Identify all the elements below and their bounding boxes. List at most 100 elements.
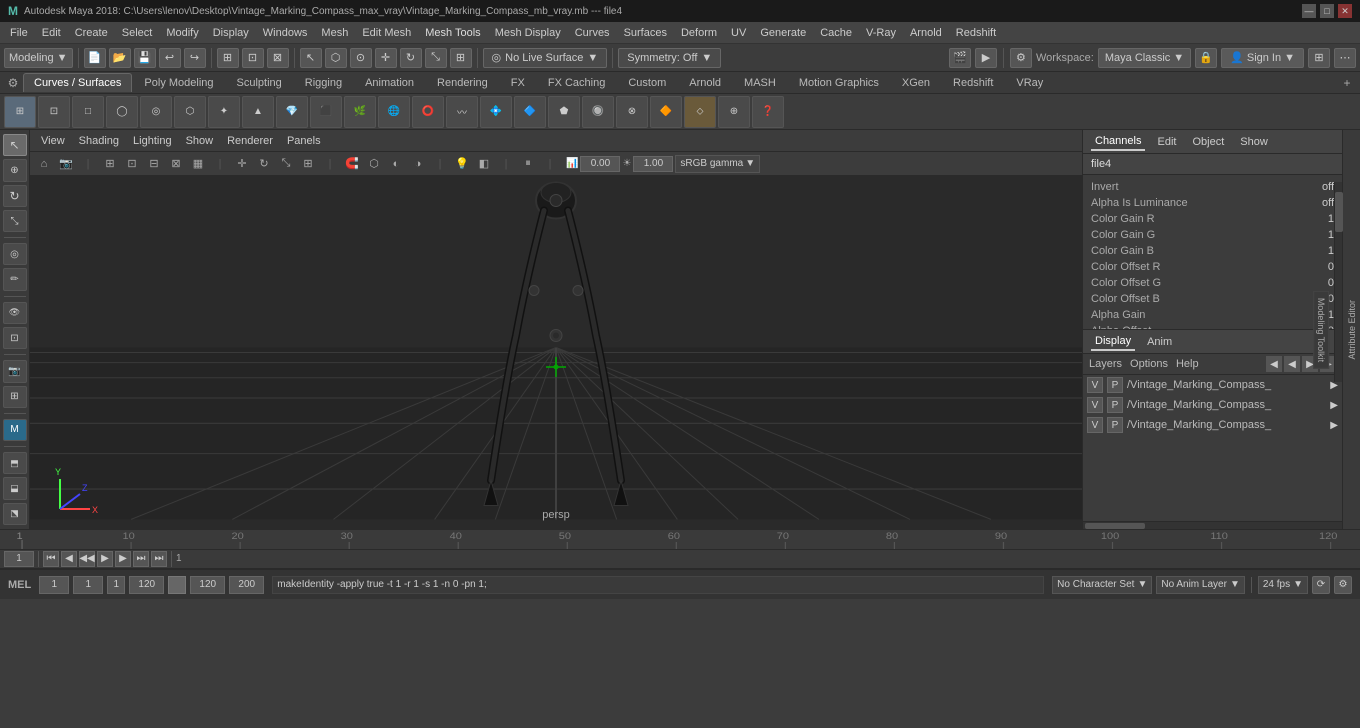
help-menu[interactable]: Help: [1176, 358, 1199, 370]
snap-curve-button[interactable]: ⊠: [267, 48, 289, 68]
shelf-icon-23[interactable]: ❓: [752, 96, 784, 128]
quick-layout-1[interactable]: ⬒: [3, 452, 27, 474]
save-file-button[interactable]: 💾: [134, 48, 156, 68]
rotate-tool[interactable]: ↻: [3, 185, 27, 207]
anim-layer-dropdown[interactable]: No Anim Layer ▼: [1156, 576, 1245, 594]
vp-icon-grid2[interactable]: ⊡: [122, 154, 142, 174]
tab-curves-surfaces[interactable]: Curves / Surfaces: [23, 73, 132, 92]
close-button[interactable]: ✕: [1338, 4, 1352, 18]
vp-icon-cam[interactable]: 📷: [56, 154, 76, 174]
next-frame-button[interactable]: ▶: [115, 551, 131, 567]
channels-tab[interactable]: Channels: [1091, 133, 1145, 151]
command-line[interactable]: makeIdentity -apply true -t 1 -r 1 -s 1 …: [272, 576, 1044, 594]
edit-tab[interactable]: Edit: [1153, 134, 1180, 150]
options-menu[interactable]: Options: [1130, 358, 1168, 370]
workspace-dropdown[interactable]: Maya Classic ▼: [1098, 48, 1191, 68]
menu-redshift[interactable]: Redshift: [950, 25, 1002, 41]
exposure-input[interactable]: [580, 156, 620, 172]
channel-scrollbar[interactable]: [1334, 182, 1342, 382]
prev-frame-button[interactable]: ◀: [61, 551, 77, 567]
vp-icon-scale2[interactable]: ⤡: [276, 154, 296, 174]
camera-tool[interactable]: 📷: [3, 360, 27, 382]
attribute-editor-tab[interactable]: Attribute Editor: [1342, 130, 1360, 529]
gamma-dropdown[interactable]: sRGB gamma ▼: [675, 155, 760, 173]
display-tab[interactable]: Display: [1091, 333, 1135, 351]
vp-icon-shadow[interactable]: ◧: [474, 154, 494, 174]
layer-nav-back[interactable]: ◀: [1266, 356, 1282, 372]
shelf-icon-1[interactable]: ⊞: [4, 96, 36, 128]
channel-row-alpha-lum[interactable]: Alpha Is Luminanceoff: [1083, 195, 1342, 211]
go-end-button[interactable]: ⏭: [133, 551, 149, 567]
layer-hscroll[interactable]: [1083, 521, 1342, 529]
tab-redshift[interactable]: Redshift: [942, 73, 1004, 92]
tab-fx[interactable]: FX: [500, 73, 536, 92]
channel-row-cob[interactable]: Color Offset B0: [1083, 291, 1342, 307]
settings-button[interactable]: ⚙: [1010, 48, 1032, 68]
layer-playback-2[interactable]: P: [1107, 397, 1123, 413]
tab-fx-caching[interactable]: FX Caching: [537, 73, 616, 92]
render-button[interactable]: 🎬: [949, 48, 971, 68]
shelf-icon-12[interactable]: 🌐: [378, 96, 410, 128]
menu-vray[interactable]: V-Ray: [860, 25, 902, 41]
menu-curves[interactable]: Curves: [569, 25, 616, 41]
minimize-button[interactable]: —: [1302, 4, 1316, 18]
gamma-input[interactable]: [633, 156, 673, 172]
tab-add-icon[interactable]: +: [1338, 74, 1356, 92]
show-hide-button[interactable]: 👁: [3, 302, 27, 324]
vp-icon-pause[interactable]: ⏸: [518, 154, 538, 174]
timeline-ruler[interactable]: 1 10 20 30 40 50 60 70 80 90 100 110 120: [0, 530, 1360, 550]
layer-row-2[interactable]: V P /Vintage_Marking_Compass_ ▶: [1083, 395, 1342, 415]
grid-toggle[interactable]: ⊞: [3, 386, 27, 408]
vp-icon-grid1[interactable]: ⊞: [100, 154, 120, 174]
menu-arnold[interactable]: Arnold: [904, 25, 948, 41]
current-frame-input[interactable]: [4, 551, 34, 567]
layer-visibility-2[interactable]: V: [1087, 397, 1103, 413]
frame-end3-input[interactable]: [229, 576, 264, 594]
scale-tool-button[interactable]: ⤡: [425, 48, 447, 68]
tab-xgen[interactable]: XGen: [891, 73, 941, 92]
shelf-icon-15[interactable]: 💠: [480, 96, 512, 128]
layer-visibility-3[interactable]: V: [1087, 417, 1103, 433]
shelf-icon-19[interactable]: ⊗: [616, 96, 648, 128]
shelf-icon-2[interactable]: ⊡: [38, 96, 70, 128]
layer-playback-3[interactable]: P: [1107, 417, 1123, 433]
shelf-icon-14[interactable]: 〰: [446, 96, 478, 128]
vp-icon-snap[interactable]: 🧲: [342, 154, 362, 174]
move-tool[interactable]: ⊕: [3, 159, 27, 181]
shelf-icon-8[interactable]: ▲: [242, 96, 274, 128]
undo-button[interactable]: ↩: [159, 48, 181, 68]
tab-custom[interactable]: Custom: [617, 73, 677, 92]
layer-nav-back2[interactable]: ◀: [1284, 356, 1300, 372]
soft-select-tool[interactable]: ◎: [3, 243, 27, 265]
vp-icon-wire[interactable]: ⬡: [364, 154, 384, 174]
tab-gear-icon[interactable]: ⚙: [4, 74, 22, 92]
maximize-button[interactable]: □: [1320, 4, 1334, 18]
tab-rendering[interactable]: Rendering: [426, 73, 499, 92]
shelf-icon-5[interactable]: ◎: [140, 96, 172, 128]
shelf-icon-7[interactable]: ✦: [208, 96, 240, 128]
layer-expand-2[interactable]: ▶: [1330, 400, 1338, 411]
vp-icon-rotate2[interactable]: ↻: [254, 154, 274, 174]
shelf-icon-10[interactable]: ⬛: [310, 96, 342, 128]
frame-end1-input[interactable]: [129, 576, 164, 594]
play-fwd-button[interactable]: ▶: [97, 551, 113, 567]
quick-layout-2[interactable]: ⬓: [3, 477, 27, 499]
vp-icon-move[interactable]: ✛: [232, 154, 252, 174]
quick-layout-3[interactable]: ⬔: [3, 503, 27, 525]
shelf-icon-6[interactable]: ⬡: [174, 96, 206, 128]
shelf-icon-3[interactable]: □: [72, 96, 104, 128]
menu-edit[interactable]: Edit: [36, 25, 67, 41]
tab-arnold[interactable]: Arnold: [678, 73, 732, 92]
channel-row-cgg[interactable]: Color Gain G1: [1083, 227, 1342, 243]
scene-time-button[interactable]: ⟳: [1312, 576, 1330, 594]
more-button[interactable]: ⋯: [1334, 48, 1356, 68]
char-set-dropdown[interactable]: No Character Set ▼: [1052, 576, 1152, 594]
channel-row-cor[interactable]: Color Offset R0: [1083, 259, 1342, 275]
layer-expand-3[interactable]: ▶: [1330, 420, 1338, 431]
vp-icon-light[interactable]: 💡: [452, 154, 472, 174]
tab-poly-modeling[interactable]: Poly Modeling: [133, 73, 224, 92]
frame-end2-input[interactable]: [190, 576, 225, 594]
viewport-menu-shading[interactable]: Shading: [74, 133, 124, 149]
viewport-menu-view[interactable]: View: [36, 133, 70, 149]
select-tool-button[interactable]: ↖: [300, 48, 322, 68]
